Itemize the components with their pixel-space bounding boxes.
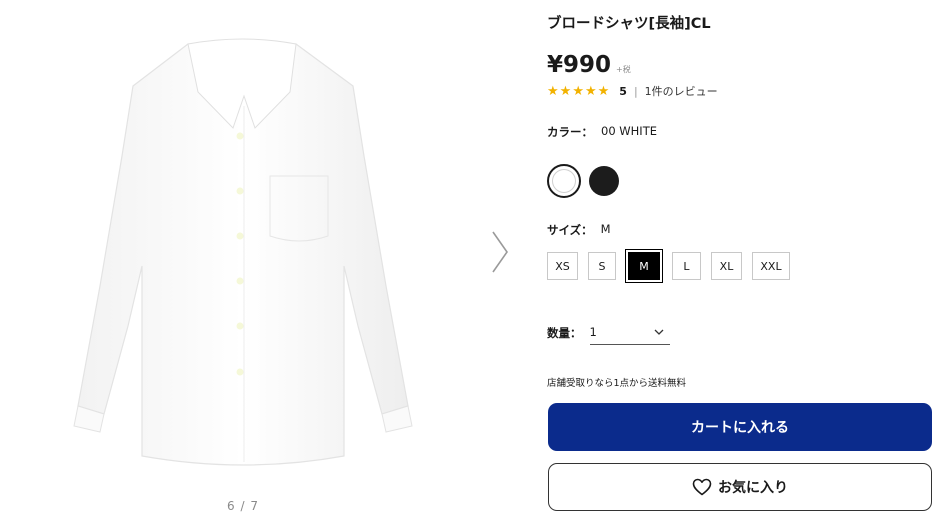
selected-size: M (600, 222, 611, 236)
rating-value: 5 (619, 84, 627, 98)
star-icon: ★ (547, 83, 559, 99)
star-icon: ★ (559, 83, 572, 99)
price: ¥990 (547, 52, 612, 78)
favorite-button[interactable]: お気に入り (548, 463, 932, 511)
star-icon: ★ (584, 83, 597, 99)
size-option-m[interactable]: M (625, 249, 663, 283)
color-swatch-white[interactable] (547, 164, 581, 198)
color-label-row: カラー： 00 WHITE (547, 124, 657, 140)
favorite-label: お気に入り (718, 480, 788, 496)
chevron-right-icon[interactable] (487, 228, 513, 276)
color-swatches (547, 164, 627, 198)
heart-icon (692, 478, 712, 496)
rating-row: ★ ★ ★ ★ ★ 5 | 1件のレビュー (547, 83, 718, 99)
image-pager: 6 / 7 (227, 499, 259, 513)
size-option-l[interactable]: L (672, 252, 701, 280)
size-option-s[interactable]: S (588, 252, 616, 280)
selected-color: 00 WHITE (601, 124, 657, 138)
product-details: ブロードシャツ[長袖]CL ¥990 +税 ★ ★ ★ ★ ★ 5 | 1件のレ… (547, 0, 933, 521)
size-option-xs[interactable]: XS (547, 252, 578, 280)
review-count-link[interactable]: 1件のレビュー (645, 83, 718, 99)
size-label-row: サイズ： M (547, 222, 611, 238)
color-swatch-black[interactable] (589, 166, 619, 196)
product-image (73, 38, 413, 466)
star-icon: ★ (597, 83, 610, 99)
size-option-xl[interactable]: XL (711, 252, 742, 280)
quantity-row: 数量： 1 (547, 321, 670, 345)
size-options: XS S M L XL XXL (547, 249, 800, 283)
quantity-value: 1 (589, 325, 597, 339)
quantity-select[interactable]: 1 (589, 321, 670, 345)
chevron-down-icon (654, 329, 663, 335)
product-title: ブロードシャツ[長袖]CL (547, 16, 711, 32)
star-rating: ★ ★ ★ ★ ★ (547, 85, 610, 98)
product-gallery: 6 / 7 (0, 0, 520, 521)
price-row: ¥990 +税 (547, 52, 631, 78)
color-label: カラー： (547, 125, 593, 139)
rating-separator: | (633, 84, 638, 98)
add-to-cart-button[interactable]: カートに入れる (548, 403, 932, 451)
pickup-note: 店舗受取りなら1点から送料無料 (547, 378, 687, 389)
size-option-xxl[interactable]: XXL (752, 252, 790, 280)
tax-note: +税 (616, 65, 631, 74)
star-icon: ★ (572, 83, 584, 99)
quantity-label: 数量： (547, 326, 582, 340)
size-label: サイズ： (547, 223, 593, 237)
